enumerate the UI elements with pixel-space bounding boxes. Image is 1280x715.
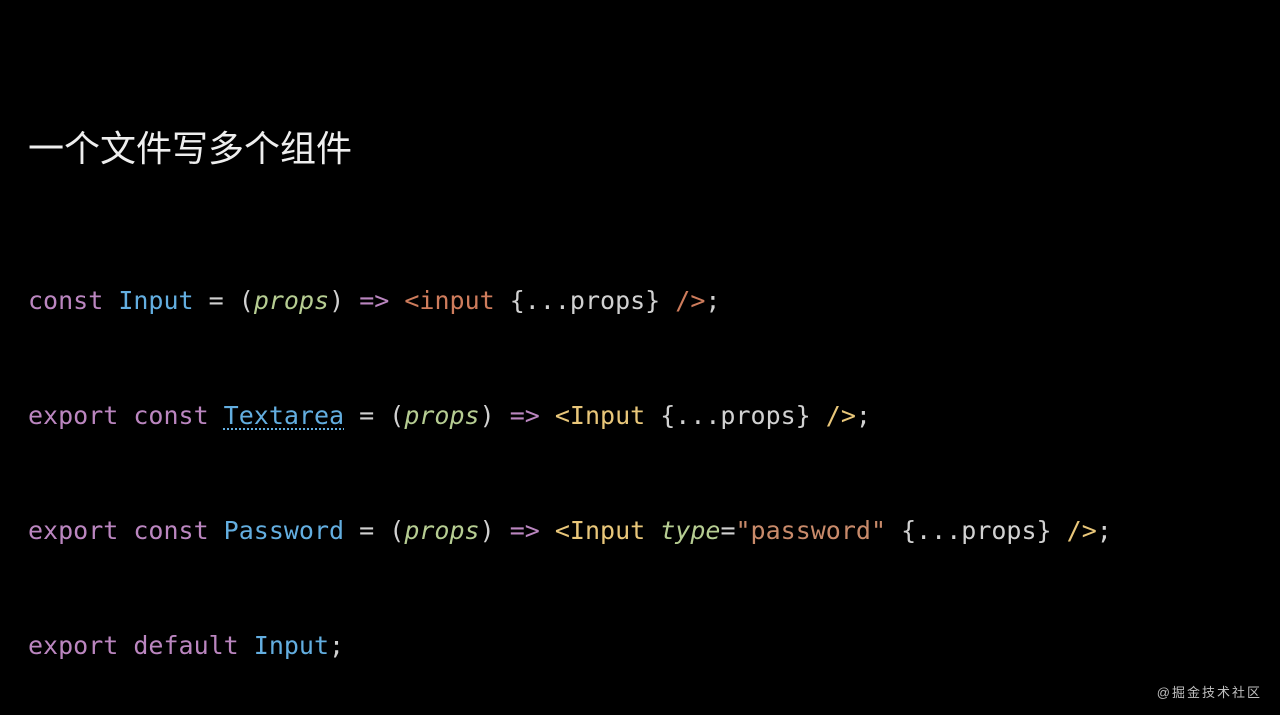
code-line-4: export default Input; (28, 633, 1112, 658)
code-line-2: export const Textarea = (props) => <Inpu… (28, 403, 1112, 428)
slide: 一个文件写多个组件 const Input = (props) => <inpu… (0, 0, 1280, 715)
code-line-3: export const Password = (props) => <Inpu… (28, 518, 1112, 543)
code-block: const Input = (props) => <input {...prop… (28, 238, 1112, 708)
code-line-1: const Input = (props) => <input {...prop… (28, 288, 1112, 313)
slide-title: 一个文件写多个组件 (28, 120, 352, 172)
watermark: @掘金技术社区 (1157, 682, 1262, 701)
